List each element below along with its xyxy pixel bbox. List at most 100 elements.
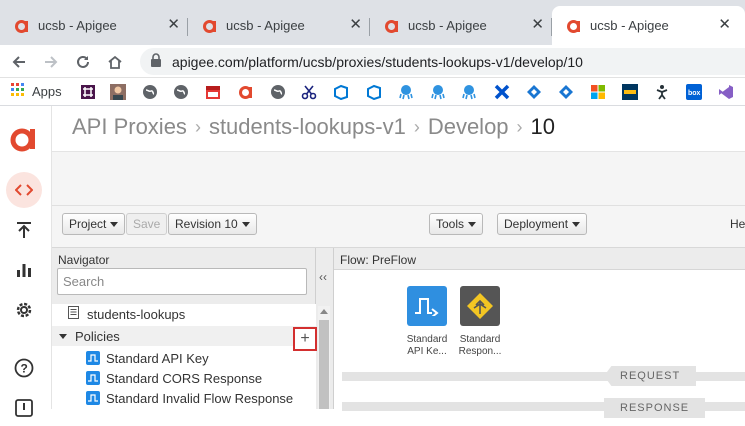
apigee-logo-icon[interactable] [6,120,42,156]
deployment-label: Deployment [504,217,569,231]
tools-dropdown-button[interactable]: Tools [429,213,484,235]
policy-icon [86,391,100,405]
globe-icon[interactable] [173,84,189,100]
apigee-logo-icon [14,18,30,34]
bookmarks-bar: Apps box [0,78,745,106]
tree-item-policy[interactable]: Standard API Key [52,348,316,368]
policy-icon [86,371,100,385]
alert-icon[interactable] [6,390,42,426]
azure-devops-icon[interactable] [366,84,382,101]
caret-down-icon [110,221,119,227]
analytics-icon[interactable] [6,252,42,288]
tree-item-policy[interactable]: Standard CORS Response [52,368,316,388]
url-text: apigee.com/platform/ucsb/proxies/student… [172,53,583,70]
tree-section-policies[interactable]: Policies [52,326,316,346]
apigee-logo-icon [566,18,582,34]
microsoft-icon[interactable] [590,84,606,100]
deployment-dropdown-button[interactable]: Deployment [497,213,588,235]
help-icon[interactable]: ? [6,350,42,386]
browser-tab[interactable]: ucsb - Apigee ✕ [370,6,552,45]
revision-dropdown-button[interactable]: Revision 10 [168,213,257,235]
caret-down-icon [241,221,250,227]
visual-studio-icon[interactable] [718,84,734,100]
document-icon [68,306,79,322]
diamond-icon[interactable] [526,84,542,100]
caret-down-icon [468,221,477,227]
tree-item-policy[interactable]: Standard Invalid Flow Response [52,388,316,408]
help-link[interactable]: He [730,217,745,231]
ucsb-icon[interactable] [622,84,638,100]
navigator-scrollbar[interactable] [318,306,330,409]
project-dropdown-button[interactable]: Project [62,213,126,235]
slack-icon[interactable] [80,84,96,100]
collapse-left-icon[interactable]: ‹‹ [319,270,327,284]
navigator-search-input[interactable] [57,268,307,295]
forward-arrow-icon[interactable] [40,51,62,73]
back-arrow-icon[interactable] [8,51,30,73]
chevron-right-icon: › [194,116,201,137]
jira-icon[interactable] [494,84,510,100]
breadcrumb-api-proxies[interactable]: API Proxies [72,114,187,140]
bookmark-apps[interactable]: Apps [11,83,62,100]
profile-photo-icon[interactable] [110,84,126,100]
save-button[interactable]: Save [126,213,168,235]
page-header: API Proxies › students-lookups-v1 › Deve… [52,106,745,152]
home-icon[interactable] [104,51,126,73]
chevron-right-icon: › [516,116,523,137]
apps-grid-icon [11,83,25,100]
develop-code-icon[interactable] [6,172,42,208]
tree-item-label: Standard Invalid Flow Response [106,390,294,406]
caret-down-icon [59,333,67,339]
globe-icon[interactable] [270,84,286,100]
lock-icon [150,53,162,70]
octopus-icon[interactable] [398,84,414,100]
breadcrumb-develop[interactable]: Develop [428,114,509,140]
scroll-up-arrow-icon[interactable] [320,309,328,314]
close-icon[interactable]: ✕ [167,17,180,33]
tree-item-endpoint[interactable]: students-lookups [52,304,316,324]
octopus-icon[interactable] [430,84,446,100]
tree-item-label: Standard CORS Response [106,370,263,386]
navigator-title: Navigator [58,253,110,267]
scrollbar-thumb[interactable] [319,320,329,409]
calendar-icon[interactable] [205,84,221,100]
step-label-line2: API Ke... [407,346,447,357]
diamond-icon[interactable] [558,84,574,100]
close-icon[interactable]: ✕ [349,17,362,33]
editor-toolbar: Project Save Revision 10 Tools Deploymen… [52,206,745,248]
tab-title: ucsb - Apigee [226,18,305,33]
tools-label: Tools [436,217,465,231]
close-icon[interactable]: ✕ [531,17,544,33]
breadcrumb-revision: 10 [530,114,556,139]
add-policy-button[interactable]: + [293,327,317,351]
svg-text:?: ? [21,362,28,376]
publish-icon[interactable] [6,212,42,248]
save-label: Save [133,217,161,231]
tab-title: ucsb - Apigee [590,18,669,33]
apigee-logo-icon [384,18,400,34]
navigator-tree: students-lookups Policies Standard API K… [52,304,316,409]
breadcrumb-proxy[interactable]: students-lookups-v1 [209,114,406,140]
tree-item-label: students-lookups [87,306,186,322]
flow-header: Flow: PreFlow [334,248,745,270]
address-bar[interactable]: apigee.com/platform/ucsb/proxies/student… [140,48,745,75]
octopus-icon[interactable] [461,84,477,100]
azure-devops-icon[interactable] [333,84,349,101]
close-icon[interactable]: ✕ [718,17,731,33]
browser-tab-active[interactable]: ucsb - Apigee ✕ [552,6,745,45]
browser-tabstrip: ucsb - Apigee ✕ ucsb - Apigee ✕ ucsb - A… [0,0,745,45]
gear-icon[interactable] [6,292,42,328]
step-label-line1: Standard [406,334,448,345]
step-label-line1: Standard [459,334,501,345]
apigee-logo-icon[interactable] [238,84,254,100]
globe-icon[interactable] [142,84,158,100]
browser-tab[interactable]: ucsb - Apigee ✕ [0,6,188,45]
figure-icon[interactable] [654,84,670,100]
scissors-icon[interactable] [301,84,317,100]
flow-step-response[interactable]: Standard Respon... [448,286,512,358]
verify-api-key-icon [407,286,447,326]
browser-tab[interactable]: ucsb - Apigee ✕ [188,6,370,45]
plus-icon: + [300,330,310,347]
box-icon[interactable]: box [686,84,702,100]
reload-icon[interactable] [72,51,94,73]
